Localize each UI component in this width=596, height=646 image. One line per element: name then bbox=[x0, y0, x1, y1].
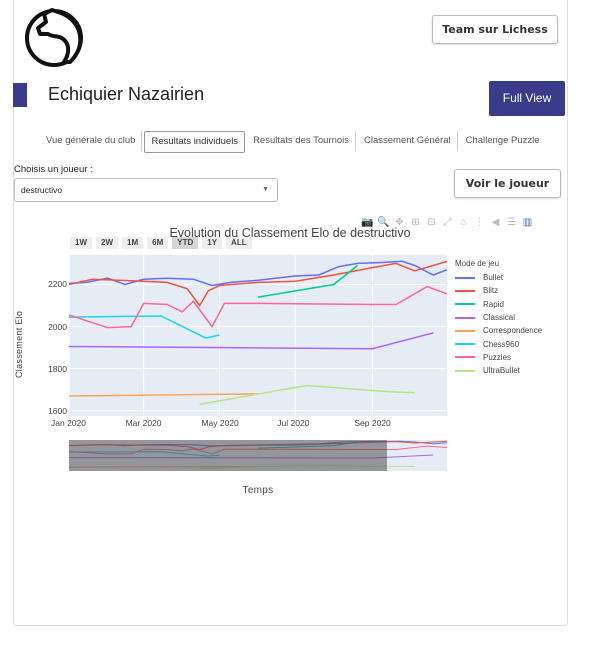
legend-item-puzzles[interactable]: Puzzles bbox=[455, 351, 542, 364]
legend-swatch bbox=[455, 329, 475, 332]
tab-resultats-tournois[interactable]: Resultats des Tournois bbox=[247, 131, 356, 151]
legend-item-bullet[interactable]: Bullet bbox=[455, 271, 542, 284]
range-button-6m[interactable]: 6M bbox=[147, 237, 169, 249]
voir-joueur-button[interactable]: Voir le joueur bbox=[454, 169, 561, 198]
range-slider[interactable] bbox=[68, 440, 448, 471]
range-button-ytd[interactable]: YTD bbox=[172, 237, 199, 249]
legend-swatch bbox=[455, 356, 475, 359]
legend: Mode de jeu Bullet Blitz Rapid Classical Cor… bbox=[455, 259, 542, 377]
tab-resultats-individuels[interactable]: Resultats individuels bbox=[144, 131, 246, 153]
y-tick-label: 2000 bbox=[48, 321, 67, 332]
y-tick-label: 1800 bbox=[48, 363, 67, 374]
chevron-down-icon: ▼ bbox=[262, 186, 269, 193]
legend-label: Rapid bbox=[483, 299, 504, 309]
range-button-all[interactable]: ALL bbox=[226, 237, 252, 249]
x-tick-label: Jan 2020 bbox=[51, 418, 86, 428]
legend-label: Correspondence bbox=[483, 326, 543, 336]
legend-swatch bbox=[455, 276, 475, 279]
x-axis-label: Temps bbox=[242, 485, 274, 496]
range-button-1y[interactable]: 1Y bbox=[202, 237, 223, 249]
team-lichess-button[interactable]: Team sur Lichess bbox=[432, 15, 558, 44]
tab-challenge-puzzle[interactable]: Challenge Puzzle bbox=[460, 131, 546, 151]
range-slider-mask bbox=[69, 440, 387, 471]
tab-bar: Vue générale du club Resultats individue… bbox=[40, 131, 548, 153]
legend-swatch bbox=[455, 289, 475, 292]
legend-item-ultrabullet[interactable]: UltraBullet bbox=[455, 364, 542, 377]
x-tick-label: May 2020 bbox=[201, 418, 239, 428]
lichess-knight-icon[interactable] bbox=[24, 4, 88, 68]
player-select[interactable]: destructivo ▼ bbox=[14, 178, 278, 202]
x-tick-label: Sep 2020 bbox=[354, 418, 391, 428]
legend-swatch bbox=[455, 369, 475, 372]
legend-label: Chess960 bbox=[483, 339, 520, 349]
legend-item-blitz[interactable]: Blitz bbox=[455, 284, 542, 297]
legend-label: Bullet bbox=[483, 273, 504, 283]
plot-area[interactable] bbox=[68, 255, 448, 416]
legend-item-classical[interactable]: Classical bbox=[455, 311, 542, 324]
x-tick-label: Mar 2020 bbox=[125, 418, 162, 428]
player-select-value: destructivo bbox=[21, 185, 63, 195]
legend-title: Mode de jeu bbox=[455, 259, 500, 268]
series-line-puzzles[interactable] bbox=[68, 285, 448, 329]
range-selector: 1W 2W 1M 6M YTD 1Y ALL bbox=[70, 237, 252, 249]
y-tick-label: 2200 bbox=[48, 279, 67, 290]
legend-swatch bbox=[455, 343, 475, 346]
legend-swatch bbox=[455, 303, 475, 306]
legend-label: Blitz bbox=[483, 286, 499, 296]
full-view-button[interactable]: Full View bbox=[489, 81, 565, 116]
legend-label: UltraBullet bbox=[483, 366, 520, 376]
y-tick-label: 1600 bbox=[48, 405, 67, 416]
legend-label: Classical bbox=[483, 313, 516, 323]
page-title: Echiquier Nazairien bbox=[48, 84, 205, 104]
tab-vue-generale[interactable]: Vue générale du club bbox=[40, 131, 143, 151]
chart-svg bbox=[68, 255, 448, 416]
range-button-1w[interactable]: 1W bbox=[70, 237, 92, 249]
range-button-2w[interactable]: 2W bbox=[96, 237, 118, 249]
title-accent-bar bbox=[13, 83, 27, 107]
range-button-1m[interactable]: 1M bbox=[122, 237, 144, 249]
y-axis-label: Classement Elo bbox=[14, 310, 24, 378]
legend-item-correspondence[interactable]: Correspondence bbox=[455, 324, 542, 337]
series-line-blitz[interactable] bbox=[68, 260, 448, 307]
legend-item-rapid[interactable]: Rapid bbox=[455, 298, 542, 311]
x-tick-label: Jul 2020 bbox=[277, 418, 310, 428]
tab-classement-general[interactable]: Classement Général bbox=[358, 131, 458, 151]
series-line-correspondence[interactable] bbox=[68, 393, 259, 397]
legend-swatch bbox=[455, 316, 475, 319]
legend-label: Puzzles bbox=[483, 352, 512, 362]
player-select-label: Choisis un joueur : bbox=[14, 164, 93, 175]
legend-item-chess960[interactable]: Chess960 bbox=[455, 337, 542, 350]
series-line-classical[interactable] bbox=[68, 332, 434, 350]
series-line-ultrabullet[interactable] bbox=[199, 384, 415, 406]
